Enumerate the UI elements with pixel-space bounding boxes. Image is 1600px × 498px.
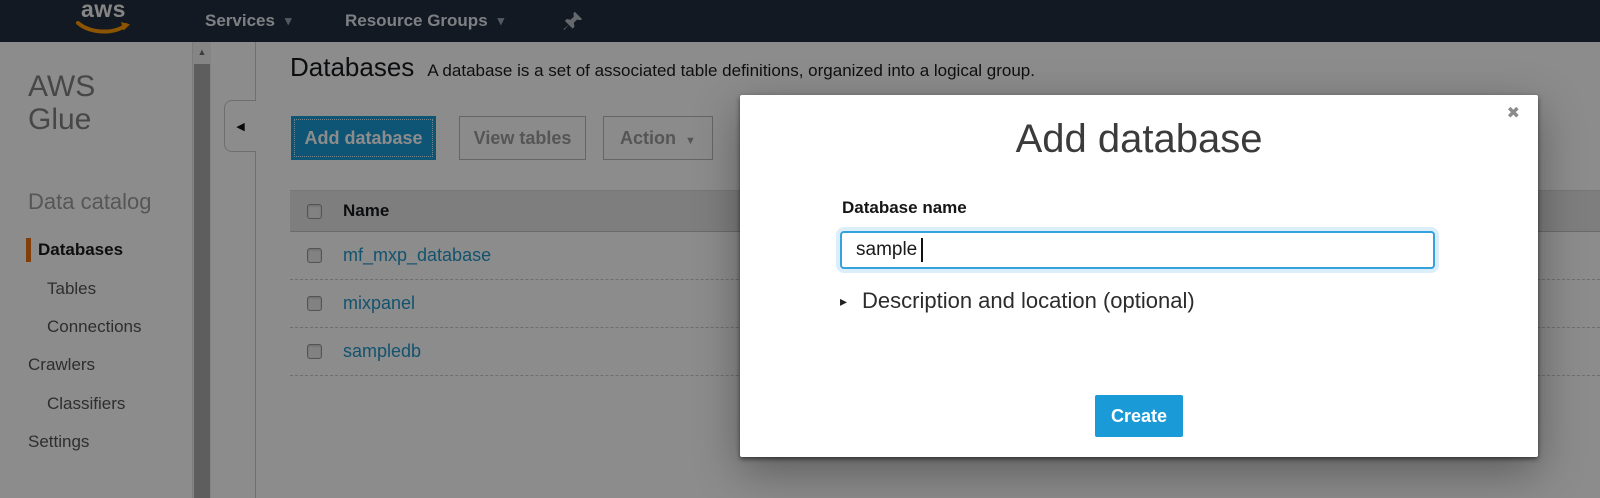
description-location-toggle[interactable]: ▸ Description and location (optional) <box>840 288 1195 314</box>
database-name-input[interactable] <box>840 231 1435 269</box>
add-database-modal: ✖ Add database Database name ▸ Descripti… <box>740 95 1538 457</box>
text-cursor <box>921 238 923 262</box>
disclosure-arrow-icon: ▸ <box>840 293 847 310</box>
create-button[interactable]: Create <box>1095 395 1183 437</box>
database-name-label: Database name <box>842 198 967 218</box>
modal-title: Add database <box>740 117 1538 162</box>
description-location-label: Description and location (optional) <box>862 288 1195 314</box>
aws-glue-console: aws Services ▾ Resource Groups ▾ AWS Glu… <box>0 0 1600 498</box>
